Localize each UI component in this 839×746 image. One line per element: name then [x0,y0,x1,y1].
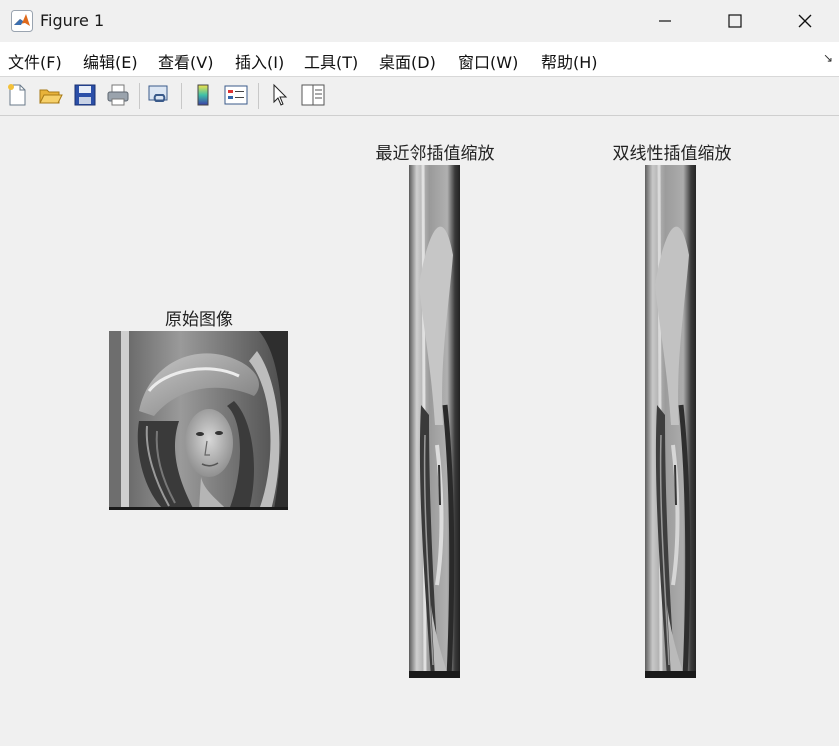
bilinear-image [645,165,696,678]
title-bar: Figure 1 [0,0,839,42]
original-image [109,331,288,510]
property-inspector-icon[interactable] [300,82,326,108]
menu-desktop[interactable]: 桌面(D) [379,49,436,73]
nearest-neighbor-image [409,165,460,678]
minimize-icon [659,20,671,22]
menu-insert[interactable]: 插入(I) [235,49,284,73]
close-button[interactable] [770,0,839,42]
insert-legend-icon[interactable] [223,82,249,108]
menu-edit[interactable]: 编辑(E) [83,49,138,73]
new-figure-icon[interactable] [4,82,30,108]
axes-title-nearest: 最近邻插值缩放 [375,144,495,164]
window-title: Figure 1 [40,11,105,30]
insert-colorbar-icon[interactable] [190,82,216,108]
link-plot-icon[interactable] [147,82,173,108]
minimize-button[interactable] [630,0,700,42]
figure-canvas: 原始图像 最近邻插值缩放 双线性插值缩放 [0,116,839,746]
print-icon[interactable] [105,82,131,108]
axes-title-original: 原始图像 [165,310,233,330]
menu-bar: 文件(F) 编辑(E) 查看(V) 插入(I) 工具(T) 桌面(D) 窗口(W… [0,42,839,77]
menu-tools[interactable]: 工具(T) [304,49,358,73]
toolbar-separator [181,83,182,109]
menu-window[interactable]: 窗口(W) [458,49,518,73]
dock-arrow-icon[interactable]: ↘ [823,51,833,65]
toolbar-separator [139,83,140,109]
save-icon[interactable] [72,82,98,108]
edit-plot-pointer-icon[interactable] [267,82,293,108]
menu-help[interactable]: 帮助(H) [541,49,598,73]
figure-toolbar [0,77,839,116]
matlab-logo-icon [11,10,33,32]
close-icon [798,14,812,28]
maximize-icon [728,14,742,28]
menu-view[interactable]: 查看(V) [158,49,213,73]
open-file-icon[interactable] [37,82,63,108]
maximize-button[interactable] [700,0,770,42]
axes-title-bilinear: 双线性插值缩放 [612,144,732,164]
toolbar-separator [258,83,259,109]
menu-file[interactable]: 文件(F) [8,49,62,73]
